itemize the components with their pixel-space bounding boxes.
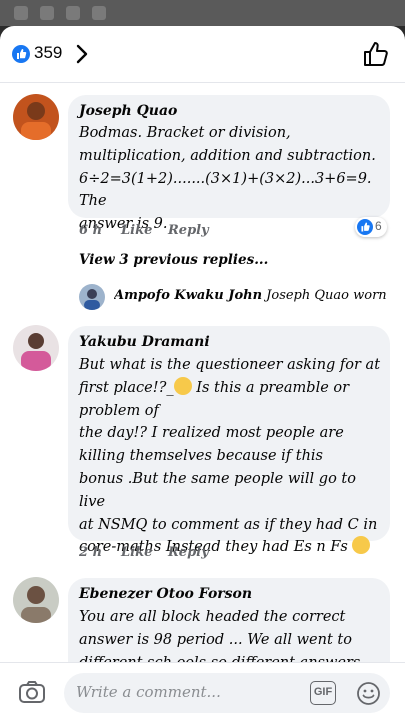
status-icon	[92, 6, 106, 20]
status-icon	[14, 6, 28, 20]
comments-sheet: 359 Joseph Quao Bodmas. Bracket or divis…	[0, 26, 405, 720]
gif-icon[interactable]: GIF	[310, 681, 336, 705]
comment-time: 6 h	[79, 223, 103, 238]
comment-author[interactable]: Yakubu Dramani	[79, 334, 210, 350]
view-previous-replies[interactable]: View 3 previous replies...	[79, 252, 268, 268]
camera-icon[interactable]	[18, 679, 46, 705]
like-button[interactable]: Like	[121, 545, 152, 560]
comment-time: 2 h	[79, 545, 103, 560]
emoji-icon	[173, 376, 192, 395]
reply-button[interactable]: Reply	[168, 545, 209, 560]
status-bar	[0, 0, 405, 26]
emoji-icon[interactable]	[356, 681, 381, 706]
reactions-header: 359	[0, 26, 405, 83]
reaction-badge[interactable]: 6	[355, 217, 387, 237]
comment-text: But what is the questioneer asking for a…	[79, 354, 384, 559]
avatar[interactable]	[79, 284, 105, 310]
comment-placeholder: Write a comment...	[76, 683, 221, 701]
avatar[interactable]	[13, 325, 59, 371]
comment-author[interactable]: Joseph Quao	[79, 103, 177, 119]
comment-input[interactable]: Write a comment... GIF	[64, 673, 390, 713]
like-count[interactable]: 359	[34, 43, 62, 63]
like-badge-icon	[357, 219, 373, 235]
chevron-right-icon[interactable]	[72, 43, 92, 65]
comment-text: Bodmas. Bracket or division, multiplicat…	[79, 125, 376, 233]
reply-text: Joseph Quao worng ap...	[266, 288, 386, 303]
comment-text-part: Is this a preamble or problem of the day…	[79, 379, 378, 556]
avatar[interactable]	[13, 94, 59, 140]
reaction-count: 6	[375, 219, 382, 233]
comment-author[interactable]: Ebenezer Otoo Forson	[79, 586, 252, 602]
like-badge-icon	[12, 45, 30, 63]
status-icon	[40, 6, 54, 20]
comment-composer: Write a comment... GIF	[0, 662, 405, 720]
reply-author[interactable]: Ampofo Kwaku John	[114, 288, 262, 303]
thumbs-up-outline-icon[interactable]	[362, 40, 390, 68]
reply-button[interactable]: Reply	[168, 223, 209, 238]
like-button[interactable]: Like	[121, 223, 152, 238]
status-icon	[66, 6, 80, 20]
emoji-icon	[352, 536, 371, 555]
latest-reply[interactable]: Ampofo Kwaku John Joseph Quao worng ap..…	[114, 288, 386, 303]
avatar[interactable]	[13, 577, 59, 623]
